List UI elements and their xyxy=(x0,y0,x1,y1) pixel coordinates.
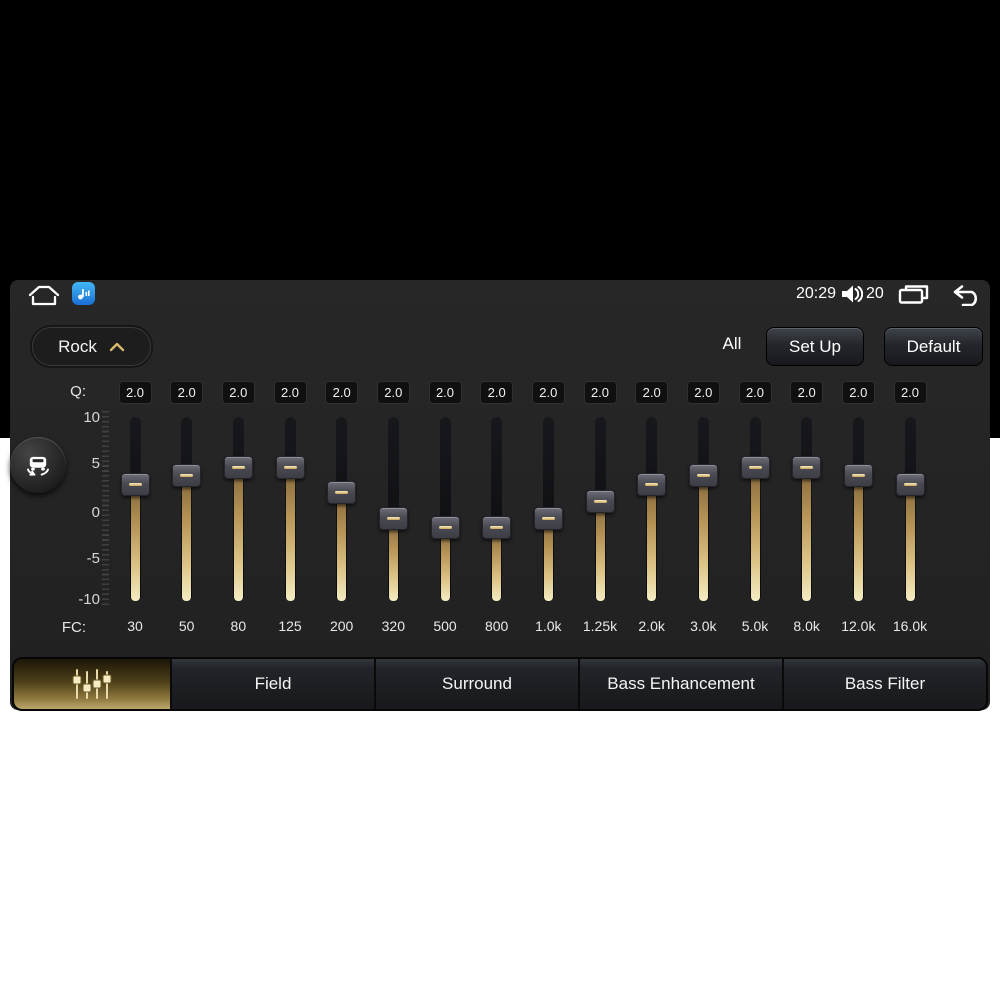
eq-slider-handle-12.0k[interactable] xyxy=(843,464,873,488)
q-value-16.0k[interactable]: 2.0 xyxy=(893,381,927,404)
home-icon[interactable] xyxy=(27,283,61,306)
q-value-200[interactable]: 2.0 xyxy=(325,381,359,404)
eq-fill-12.0k xyxy=(853,475,863,601)
eq-fill-5.0k xyxy=(750,467,760,601)
handle-grip-mark xyxy=(593,499,607,503)
tab-surround[interactable]: Surround xyxy=(376,659,580,709)
bottom-tab-bar: Field Surround Bass Enhancement Bass Fil… xyxy=(12,657,988,711)
handle-grip-mark xyxy=(283,465,297,469)
q-value-1.25k[interactable]: 2.0 xyxy=(583,381,617,404)
all-label[interactable]: All xyxy=(712,334,752,354)
handle-grip-mark xyxy=(438,525,452,529)
back-arrow-icon[interactable] xyxy=(950,284,982,306)
eq-slider-handle-1.0k[interactable] xyxy=(533,507,563,531)
eq-fill-200 xyxy=(337,492,347,601)
q-value-30[interactable]: 2.0 xyxy=(118,381,152,404)
handle-grip-mark xyxy=(696,474,710,478)
eq-fill-50 xyxy=(182,475,192,601)
q-value-800[interactable]: 2.0 xyxy=(480,381,514,404)
status-time: 20:29 xyxy=(796,285,837,302)
eq-fill-8.0k xyxy=(802,467,812,601)
q-value-2.0k[interactable]: 2.0 xyxy=(635,381,669,404)
axis-label: 0 xyxy=(91,504,100,521)
tab-bass-enhancement[interactable]: Bass Enhancement xyxy=(580,659,784,709)
fc-label-16.0k: 16.0k xyxy=(892,618,928,634)
q-value-5.0k[interactable]: 2.0 xyxy=(738,381,772,404)
eq-slider-handle-16.0k[interactable] xyxy=(895,472,925,496)
fc-row-label: FC: xyxy=(61,619,86,636)
handle-grip-mark xyxy=(800,465,814,469)
eq-slider-handle-2.0k[interactable] xyxy=(637,472,667,496)
volume-icon[interactable] xyxy=(841,284,863,304)
handle-grip-mark xyxy=(180,474,194,478)
tab-equalizer[interactable] xyxy=(14,659,172,709)
recent-apps-icon[interactable] xyxy=(898,284,929,305)
eq-slider-handle-500[interactable] xyxy=(430,515,460,539)
tab-bass-filter[interactable]: Bass Filter xyxy=(784,659,986,709)
eq-slider-handle-30[interactable] xyxy=(120,472,150,496)
eq-fill-1.25k xyxy=(595,501,605,601)
status-volume-level: 20 xyxy=(866,285,884,302)
q-value-3.0k[interactable]: 2.0 xyxy=(686,381,720,404)
equalizer-icon xyxy=(72,669,112,699)
tab-field[interactable]: Field xyxy=(172,659,376,709)
car-sound-position-icon xyxy=(27,456,49,476)
handle-grip-mark xyxy=(335,491,349,495)
eq-fill-125 xyxy=(285,467,295,601)
q-value-125[interactable]: 2.0 xyxy=(273,381,307,404)
eq-fill-2.0k xyxy=(647,484,657,601)
music-app-icon[interactable] xyxy=(72,282,95,305)
eq-fill-320 xyxy=(388,518,398,601)
handle-grip-mark xyxy=(386,517,400,521)
eq-fill-1.0k xyxy=(543,518,553,601)
axis-label: 5 xyxy=(91,455,100,472)
default-button[interactable]: Default xyxy=(884,327,983,366)
eq-slider-handle-50[interactable] xyxy=(172,464,202,488)
handle-grip-mark xyxy=(128,482,142,486)
eq-fill-3.0k xyxy=(698,475,708,601)
handle-grip-mark xyxy=(231,465,245,469)
q-value-320[interactable]: 2.0 xyxy=(376,381,410,404)
eq-slider-handle-200[interactable] xyxy=(327,481,357,505)
eq-fill-80 xyxy=(233,467,243,601)
eq-slider-handle-8.0k[interactable] xyxy=(792,455,822,479)
axis-label: -5 xyxy=(86,550,100,567)
preset-label: Rock xyxy=(58,336,97,356)
handle-grip-mark xyxy=(748,465,762,469)
eq-slider-handle-125[interactable] xyxy=(275,455,305,479)
q-value-500[interactable]: 2.0 xyxy=(428,381,462,404)
eq-slider-handle-3.0k[interactable] xyxy=(688,464,718,488)
q-value-1.0k[interactable]: 2.0 xyxy=(531,381,565,404)
head-unit-screen: 20:29 20 Rock All Set Up Default Q: FC: xyxy=(0,0,1000,1000)
eq-slider-handle-320[interactable] xyxy=(378,507,408,531)
eq-slider-handle-80[interactable] xyxy=(223,455,253,479)
handle-grip-mark xyxy=(903,482,917,486)
handle-grip-mark xyxy=(490,525,504,529)
q-value-12.0k[interactable]: 2.0 xyxy=(841,381,875,404)
chevron-up-icon xyxy=(109,342,125,351)
eq-slider-handle-800[interactable] xyxy=(482,515,512,539)
setup-button[interactable]: Set Up xyxy=(766,327,864,366)
preset-dropdown[interactable]: Rock xyxy=(32,327,151,366)
axis-label: 10 xyxy=(83,409,100,426)
eq-fill-30 xyxy=(130,484,140,601)
q-row-label: Q: xyxy=(70,383,86,400)
eq-slider-handle-5.0k[interactable] xyxy=(740,455,770,479)
handle-grip-mark xyxy=(851,474,865,478)
handle-grip-mark xyxy=(541,517,555,521)
axis-label: -10 xyxy=(78,591,100,608)
handle-grip-mark xyxy=(645,482,659,486)
eq-fill-16.0k xyxy=(905,484,915,601)
q-value-8.0k[interactable]: 2.0 xyxy=(790,381,824,404)
axis-tick-ruler xyxy=(102,411,109,608)
q-value-50[interactable]: 2.0 xyxy=(170,381,204,404)
q-value-80[interactable]: 2.0 xyxy=(221,381,255,404)
eq-slider-handle-1.25k[interactable] xyxy=(585,489,615,513)
